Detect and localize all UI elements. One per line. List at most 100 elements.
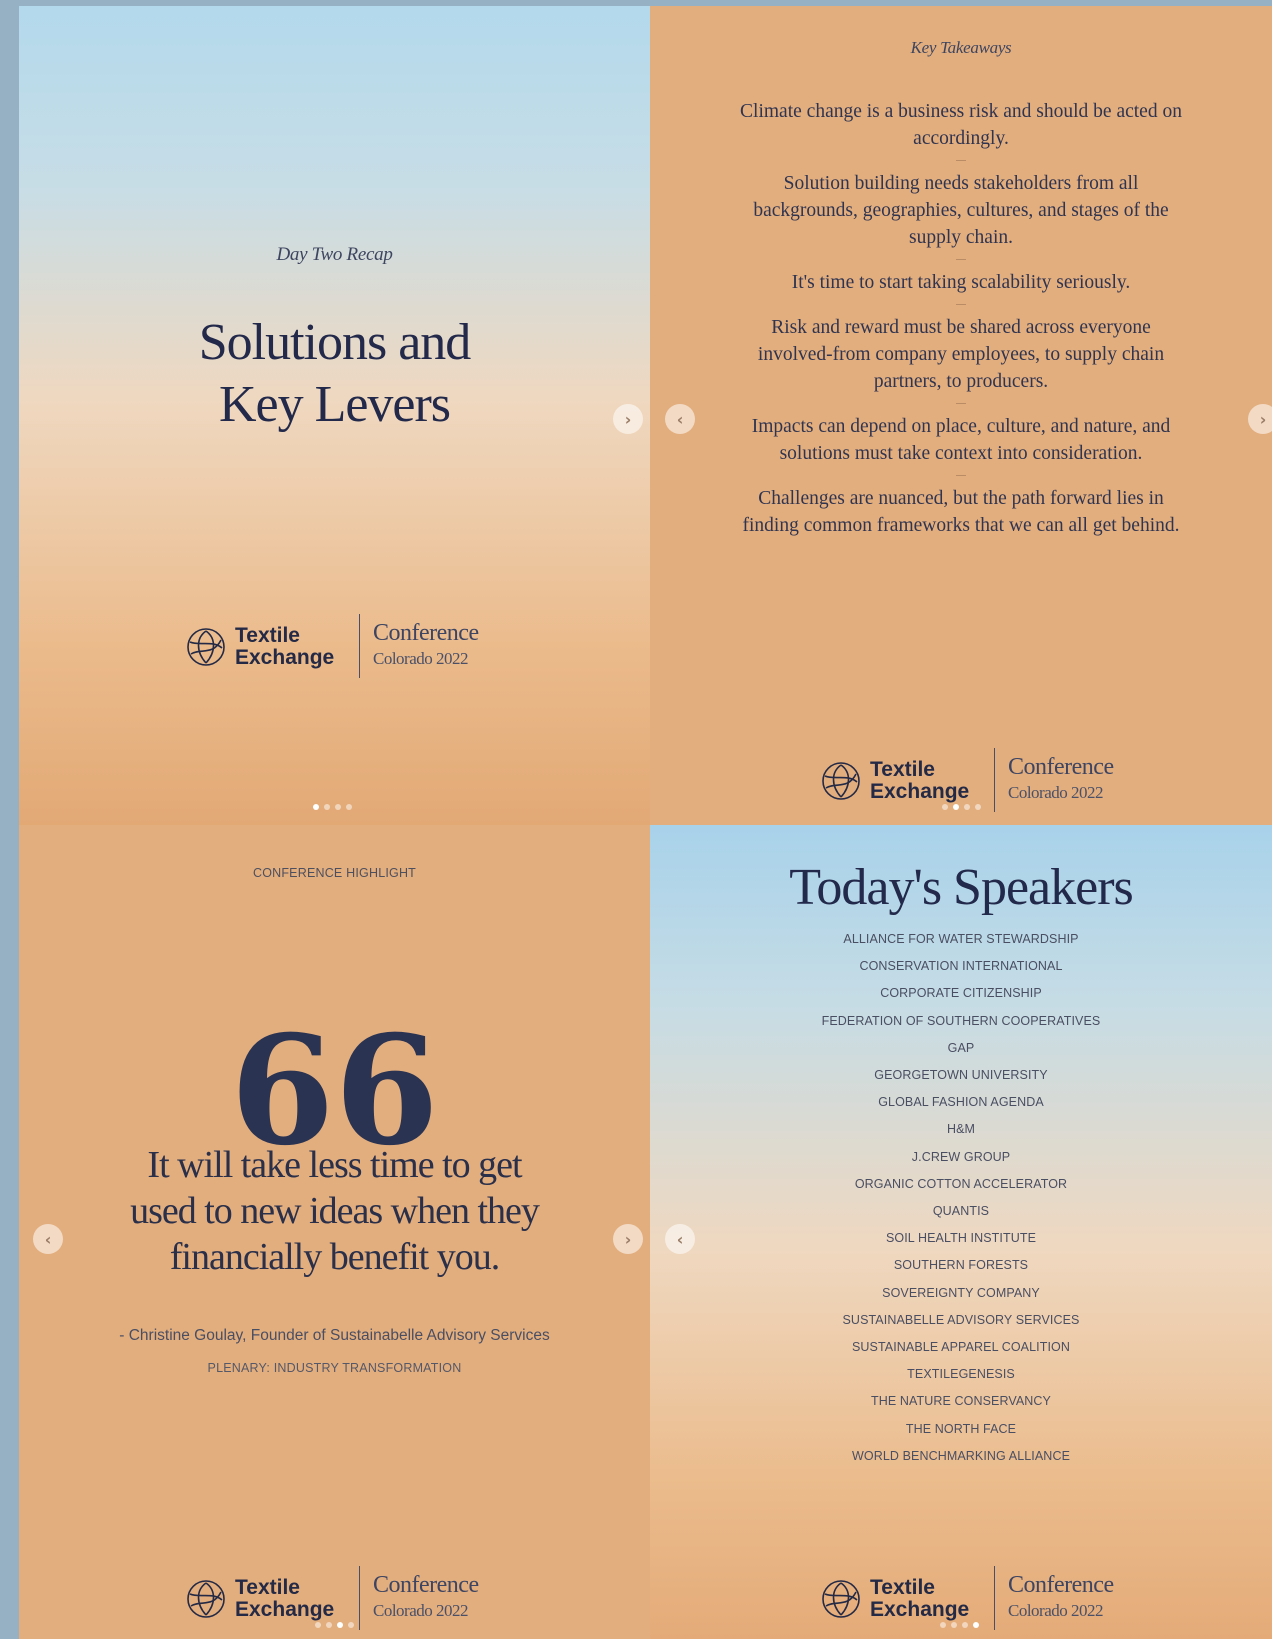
- next-slide-button[interactable]: ›: [613, 404, 643, 434]
- previous-slide-button[interactable]: ‹: [665, 1224, 695, 1254]
- speaker-item: THE NORTH FACE: [905, 1421, 1017, 1436]
- highlight-quote: It will take less time to get used to ne…: [19, 1142, 650, 1280]
- chevron-right-icon: ›: [624, 409, 632, 429]
- next-slide-button[interactable]: ›: [1248, 404, 1272, 434]
- logo-brand: Textile Exchange: [235, 625, 334, 669]
- conference-logo: Textile Exchange Conference Colorado 202…: [820, 1566, 1160, 1630]
- logo-brand-line: Textile: [235, 1576, 300, 1599]
- takeaway-item: Solution building needs stakeholders fro…: [753, 173, 1169, 248]
- logo-conference: Conference: [373, 620, 479, 646]
- logo-conference: Conference: [1008, 1572, 1114, 1598]
- textile-exchange-logo-icon: [187, 1580, 225, 1618]
- carousel-dot[interactable]: [975, 804, 981, 810]
- chevron-left-icon: ‹: [676, 1229, 684, 1249]
- slide-kicker: Day Two Recap: [276, 244, 393, 265]
- logo-brand: Textile Exchange: [235, 1577, 334, 1621]
- previous-slide-button[interactable]: ‹: [33, 1224, 63, 1254]
- slide-key-takeaways: Key Takeaways Climate change is a busine…: [650, 6, 1272, 825]
- logo-conference: Conference: [373, 1572, 479, 1598]
- carousel-dot[interactable]: [324, 804, 330, 810]
- takeaway-item: Impacts can depend on place, culture, an…: [751, 416, 1171, 464]
- carousel-dot[interactable]: [964, 804, 970, 810]
- carousel-dot[interactable]: [315, 1622, 321, 1628]
- carousel-dot[interactable]: [335, 804, 341, 810]
- carousel-dot[interactable]: [973, 1622, 979, 1628]
- speaker-item: TEXTILEGENESIS: [907, 1367, 1015, 1382]
- slide-title-line: Solutions and: [198, 314, 472, 371]
- speaker-item: GEORGETOWN UNIVERSITY: [874, 1068, 1048, 1083]
- logo-brand-line: Textile: [235, 624, 300, 647]
- session-name: PLENARY: INDUSTRY TRANSFORMATION: [207, 1361, 462, 1375]
- carousel-dot[interactable]: [962, 1622, 968, 1628]
- takeaway-separator: [956, 403, 966, 404]
- next-slide-button[interactable]: ›: [613, 1224, 643, 1254]
- speaker-item: SOUTHERN FORESTS: [893, 1258, 1029, 1273]
- slide-title: Today's Speakers: [789, 859, 1134, 916]
- quote-attribution: - Christine Goulay, Founder of Sustainab…: [119, 1327, 550, 1344]
- logo-divider: [359, 614, 360, 678]
- carousel-dot[interactable]: [346, 804, 352, 810]
- logo-brand: Textile Exchange: [870, 759, 969, 803]
- takeaway-separator: [956, 160, 966, 161]
- textile-exchange-logo-icon: [822, 1580, 860, 1618]
- speaker-item: GAP: [947, 1040, 975, 1055]
- slide-kicker: Key Takeaways: [910, 38, 1012, 57]
- logo-location: Colorado 2022: [1008, 1601, 1104, 1620]
- takeaway-separator: [956, 259, 966, 260]
- quote-line: financially benefit you.: [169, 1236, 501, 1278]
- quote-line: used to new ideas when they: [130, 1190, 540, 1232]
- chevron-right-icon: ›: [1259, 409, 1267, 429]
- slide-day-two-recap: Day Two Recap Solutions and Key Levers T…: [19, 6, 650, 825]
- chevron-right-icon: ›: [624, 1229, 632, 1249]
- speakers-list: ALLIANCE FOR WATER STEWARDSHIP CONSERVAT…: [650, 926, 1272, 1470]
- speaker-item: ALLIANCE FOR WATER STEWARDSHIP: [843, 932, 1079, 946]
- logo-brand-line: Textile: [870, 1576, 935, 1599]
- logo-brand-line: Exchange: [235, 1598, 335, 1621]
- speaker-item: SOVEREIGNTY COMPANY: [882, 1285, 1040, 1300]
- slide-todays-speakers: Today's Speakers ALLIANCE FOR WATER STEW…: [650, 825, 1272, 1639]
- logo-location: Colorado 2022: [373, 1601, 469, 1620]
- carousel-dot[interactable]: [940, 1622, 946, 1628]
- takeaway-separator: [956, 304, 966, 305]
- takeaway-item: It's time to start taking scalability se…: [791, 272, 1131, 293]
- carousel-dot[interactable]: [313, 804, 319, 810]
- carousel-dots: [313, 804, 352, 810]
- takeaways-list: Climate change is a business risk and sh…: [740, 98, 1182, 539]
- speaker-item: CORPORATE CITIZENSHIP: [880, 986, 1042, 1001]
- speaker-item: J.CREW GROUP: [911, 1149, 1011, 1164]
- quote-mark-icon: 66: [230, 1003, 439, 1179]
- carousel-dot[interactable]: [942, 804, 948, 810]
- speaker-item: QUANTIS: [932, 1204, 990, 1219]
- takeaway-item: Challenges are nuanced, but the path for…: [742, 488, 1180, 536]
- slide-tag: CONFERENCE HIGHLIGHT: [252, 866, 417, 880]
- logo-divider: [994, 748, 995, 812]
- slide-conference-highlight: CONFERENCE HIGHLIGHT 66 It will take les…: [19, 825, 650, 1639]
- quote-line: It will take less time to get: [147, 1144, 522, 1186]
- conference-logo: Textile Exchange Conference Colorado 202…: [820, 748, 1160, 812]
- logo-brand-line: Exchange: [870, 780, 970, 803]
- takeaway-item: Climate change is a business risk and sh…: [740, 101, 1182, 149]
- carousel-dot[interactable]: [348, 1622, 354, 1628]
- carousel-dot[interactable]: [953, 804, 959, 810]
- conference-logo: Textile Exchange Conference Colorado 202…: [185, 1566, 525, 1630]
- slide-title-line: Key Levers: [218, 376, 451, 433]
- carousel-dot[interactable]: [326, 1622, 332, 1628]
- speaker-item: WORLD BENCHMARKING ALLIANCE: [851, 1448, 1071, 1463]
- logo-divider: [359, 1566, 360, 1630]
- carousel-dots: [315, 1622, 354, 1628]
- chevron-left-icon: ‹: [676, 409, 684, 429]
- speaker-item: CONSERVATION INTERNATIONAL: [859, 959, 1063, 974]
- speaker-item: ORGANIC COTTON ACCELERATOR: [854, 1176, 1068, 1191]
- logo-location: Colorado 2022: [1008, 783, 1104, 802]
- carousel-dots: [940, 1622, 979, 1628]
- takeaway-separator: [956, 475, 966, 476]
- carousel-dot[interactable]: [951, 1622, 957, 1628]
- slide-title: Solutions and Key Levers: [19, 312, 650, 436]
- speaker-item: THE NATURE CONSERVANCY: [870, 1394, 1051, 1409]
- speaker-item: GLOBAL FASHION AGENDA: [878, 1095, 1044, 1110]
- speaker-item: FEDERATION OF SOUTHERN COOPERATIVES: [821, 1013, 1101, 1028]
- logo-conference: Conference: [1008, 754, 1114, 780]
- previous-slide-button[interactable]: ‹: [665, 404, 695, 434]
- carousel-dot[interactable]: [337, 1622, 343, 1628]
- speaker-item: SUSTAINABELLE ADVISORY SERVICES: [842, 1312, 1080, 1327]
